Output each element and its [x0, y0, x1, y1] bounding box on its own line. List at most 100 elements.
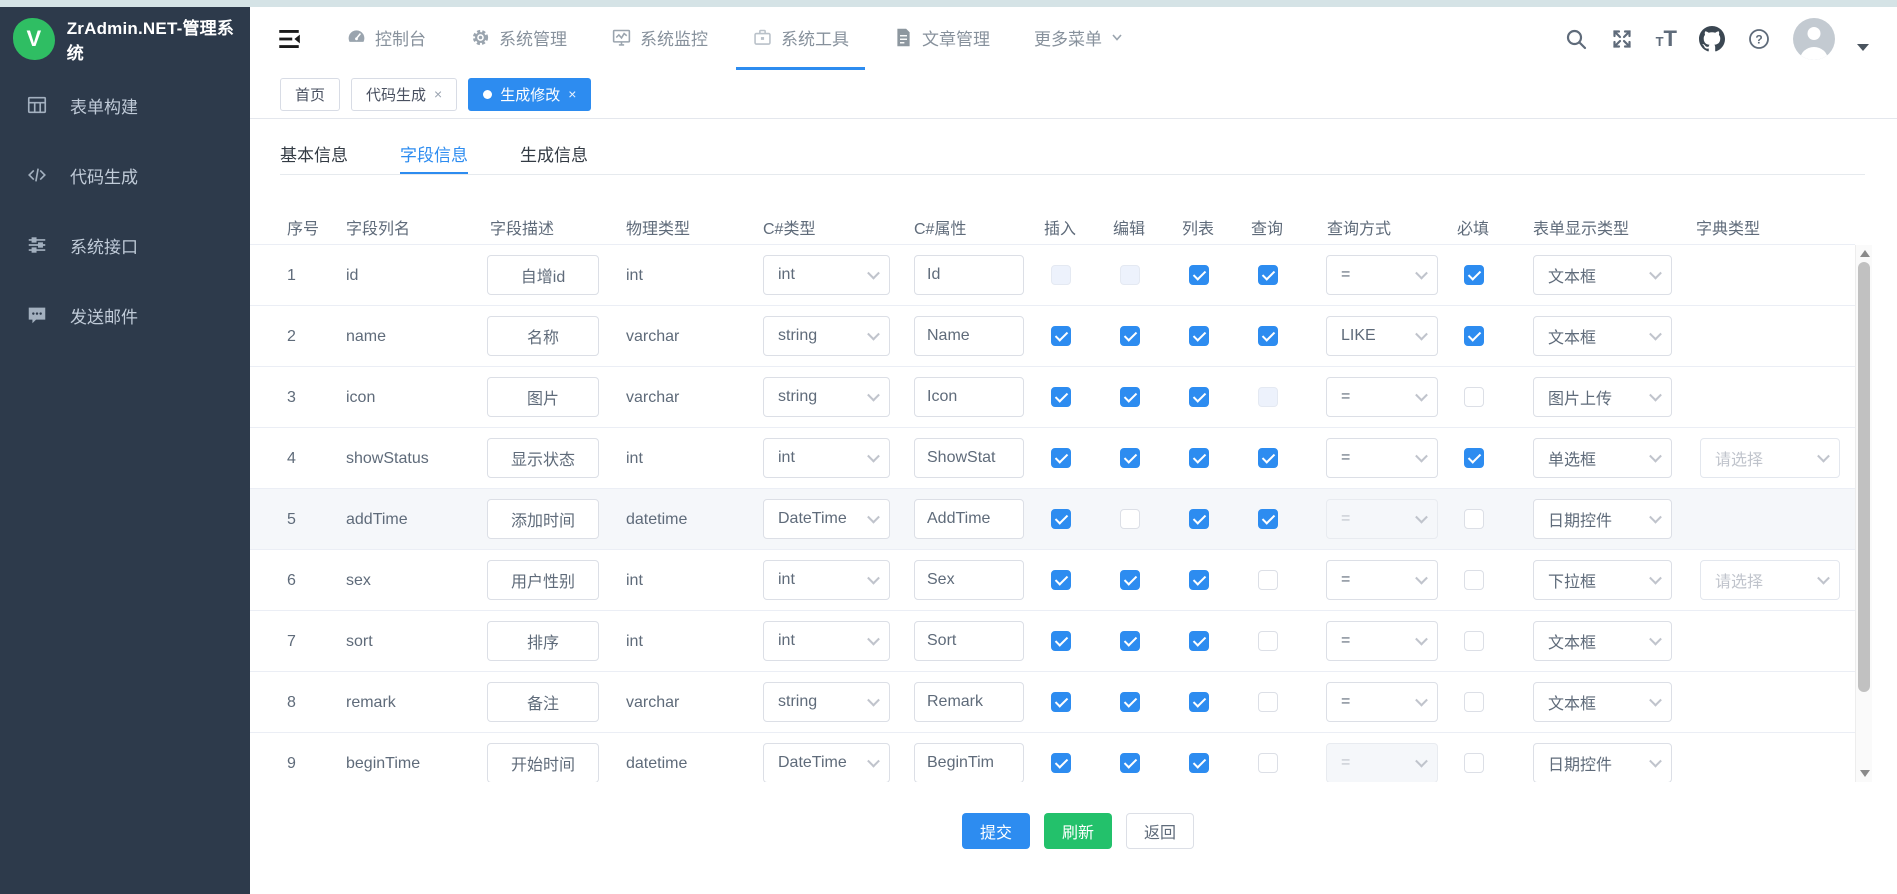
query-mode-select[interactable]: =: [1326, 377, 1438, 417]
nav-item-dashboard[interactable]: 控制台: [330, 7, 442, 70]
display-type-select[interactable]: 文本框: [1533, 621, 1672, 661]
tab-basic-info[interactable]: 基本信息: [280, 141, 348, 174]
description-input[interactable]: [487, 255, 599, 295]
insert-checkbox[interactable]: [1051, 509, 1071, 529]
scroll-up-arrow[interactable]: [1860, 250, 1870, 257]
query-mode-select[interactable]: =: [1326, 621, 1438, 661]
display-type-select[interactable]: 图片上传: [1533, 377, 1672, 417]
insert-checkbox[interactable]: [1051, 692, 1071, 712]
query-checkbox[interactable]: [1258, 570, 1278, 590]
dropdown-caret[interactable]: [1857, 44, 1869, 51]
display-type-select[interactable]: 下拉框: [1533, 560, 1672, 600]
description-input[interactable]: [487, 621, 599, 661]
vertical-scrollbar[interactable]: [1855, 245, 1872, 782]
display-type-select[interactable]: 单选框: [1533, 438, 1672, 478]
edit-checkbox[interactable]: [1120, 265, 1140, 285]
required-checkbox[interactable]: [1464, 570, 1484, 590]
required-checkbox[interactable]: [1464, 631, 1484, 651]
query-mode-select[interactable]: =: [1326, 743, 1438, 782]
insert-checkbox[interactable]: [1051, 387, 1071, 407]
help-icon[interactable]: ?: [1747, 27, 1771, 51]
query-checkbox[interactable]: [1258, 753, 1278, 773]
nav-item-system-monitor[interactable]: 系统监控: [595, 7, 724, 70]
nav-item-article-manage[interactable]: 文章管理: [877, 7, 1006, 70]
nav-item-system-manage[interactable]: 系统管理: [454, 7, 583, 70]
cs-property-input[interactable]: [914, 499, 1024, 539]
query-mode-select[interactable]: =: [1326, 438, 1438, 478]
cs-type-select[interactable]: int: [763, 255, 890, 295]
scrollbar-thumb[interactable]: [1858, 262, 1870, 692]
cs-type-select[interactable]: int: [763, 560, 890, 600]
tab-gen-info[interactable]: 生成信息: [520, 141, 588, 174]
cs-type-select[interactable]: int: [763, 621, 890, 661]
description-input[interactable]: [487, 743, 599, 782]
edit-checkbox[interactable]: [1120, 753, 1140, 773]
query-mode-select[interactable]: =: [1326, 682, 1438, 722]
nav-item-system-tools[interactable]: 系统工具: [736, 7, 865, 70]
required-checkbox[interactable]: [1464, 509, 1484, 529]
insert-checkbox[interactable]: [1051, 570, 1071, 590]
query-checkbox[interactable]: [1258, 326, 1278, 346]
search-icon[interactable]: [1564, 27, 1588, 51]
query-mode-select[interactable]: LIKE: [1326, 316, 1438, 356]
query-mode-select[interactable]: =: [1326, 560, 1438, 600]
description-input[interactable]: [487, 499, 599, 539]
close-icon[interactable]: ×: [434, 86, 442, 102]
cs-property-input[interactable]: [914, 438, 1024, 478]
edit-checkbox[interactable]: [1120, 570, 1140, 590]
cs-property-input[interactable]: [914, 255, 1024, 295]
menu-fold-icon[interactable]: [250, 7, 324, 70]
list-checkbox[interactable]: [1189, 753, 1209, 773]
description-input[interactable]: [487, 560, 599, 600]
required-checkbox[interactable]: [1464, 448, 1484, 468]
dict-type-select[interactable]: 请选择: [1700, 560, 1840, 600]
edit-checkbox[interactable]: [1120, 387, 1140, 407]
submit-button[interactable]: 提交: [962, 813, 1030, 849]
insert-checkbox[interactable]: [1051, 265, 1071, 285]
scroll-down-arrow[interactable]: [1860, 770, 1870, 777]
query-checkbox[interactable]: [1258, 692, 1278, 712]
edit-checkbox[interactable]: [1120, 509, 1140, 529]
github-icon[interactable]: [1699, 26, 1725, 52]
sidebar-item-send-mail[interactable]: 发送邮件: [0, 280, 250, 350]
cs-property-input[interactable]: [914, 621, 1024, 661]
cs-type-select[interactable]: string: [763, 316, 890, 356]
list-checkbox[interactable]: [1189, 387, 1209, 407]
refresh-button[interactable]: 刷新: [1044, 813, 1112, 849]
query-mode-select[interactable]: =: [1326, 255, 1438, 295]
description-input[interactable]: [487, 377, 599, 417]
tab-field-info[interactable]: 字段信息: [400, 141, 468, 174]
required-checkbox[interactable]: [1464, 387, 1484, 407]
list-checkbox[interactable]: [1189, 326, 1209, 346]
list-checkbox[interactable]: [1189, 570, 1209, 590]
edit-checkbox[interactable]: [1120, 326, 1140, 346]
list-checkbox[interactable]: [1189, 509, 1209, 529]
description-input[interactable]: [487, 438, 599, 478]
query-checkbox[interactable]: [1258, 387, 1278, 407]
insert-checkbox[interactable]: [1051, 448, 1071, 468]
required-checkbox[interactable]: [1464, 326, 1484, 346]
cs-type-select[interactable]: string: [763, 377, 890, 417]
query-checkbox[interactable]: [1258, 509, 1278, 529]
cs-property-input[interactable]: [914, 743, 1024, 782]
query-checkbox[interactable]: [1258, 448, 1278, 468]
cs-type-select[interactable]: string: [763, 682, 890, 722]
cs-property-input[interactable]: [914, 377, 1024, 417]
sidebar-item-code-gen[interactable]: 代码生成: [0, 140, 250, 210]
cs-property-input[interactable]: [914, 560, 1024, 600]
display-type-select[interactable]: 文本框: [1533, 255, 1672, 295]
nav-item-more-menu[interactable]: 更多菜单: [1018, 7, 1140, 70]
list-checkbox[interactable]: [1189, 692, 1209, 712]
cs-property-input[interactable]: [914, 682, 1024, 722]
tag-code-gen[interactable]: 代码生成 ×: [351, 78, 457, 111]
cs-property-input[interactable]: [914, 316, 1024, 356]
back-button[interactable]: 返回: [1126, 813, 1194, 849]
required-checkbox[interactable]: [1464, 753, 1484, 773]
required-checkbox[interactable]: [1464, 692, 1484, 712]
description-input[interactable]: [487, 682, 599, 722]
close-icon[interactable]: ×: [568, 86, 576, 102]
display-type-select[interactable]: 日期控件: [1533, 743, 1672, 782]
sidebar-item-form-build[interactable]: 表单构建: [0, 70, 250, 140]
required-checkbox[interactable]: [1464, 265, 1484, 285]
list-checkbox[interactable]: [1189, 448, 1209, 468]
